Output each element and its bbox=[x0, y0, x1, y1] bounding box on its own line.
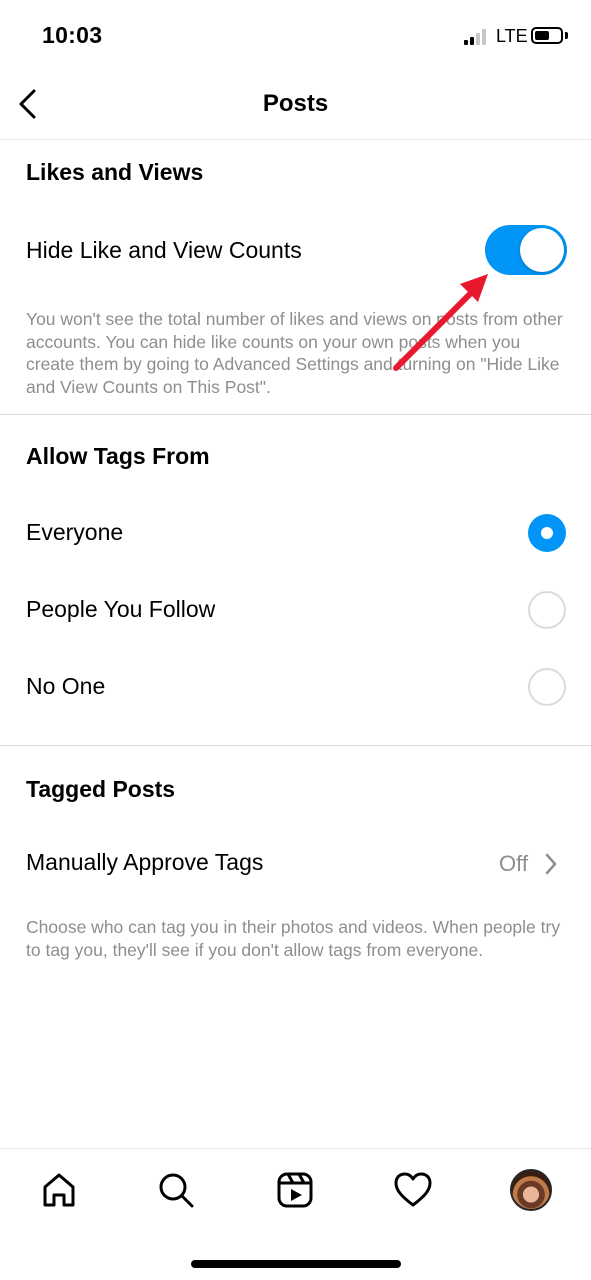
network-type: LTE bbox=[496, 26, 528, 46]
search-icon bbox=[159, 1173, 194, 1208]
radio-no-one[interactable] bbox=[528, 668, 566, 706]
page-title: Posts bbox=[262, 90, 329, 117]
home-indicator bbox=[191, 1260, 401, 1268]
reels-icon bbox=[277, 1172, 313, 1208]
tags-section-heading: Allow Tags From bbox=[26, 443, 210, 469]
tag-option-people-you-follow[interactable]: People You Follow bbox=[0, 575, 591, 645]
section-divider bbox=[0, 414, 591, 415]
radio-everyone[interactable] bbox=[528, 514, 566, 552]
tab-search[interactable] bbox=[148, 1165, 204, 1215]
tag-option-no-one[interactable]: No One bbox=[0, 652, 591, 722]
annotation-arrow-icon bbox=[393, 274, 488, 371]
section-divider bbox=[0, 745, 591, 746]
tagged-description: Choose who can tag you in their photos a… bbox=[26, 917, 561, 960]
manually-approve-tags-label: Manually Approve Tags bbox=[26, 849, 264, 875]
manually-approve-tags-value: Off bbox=[499, 851, 528, 876]
status-bar: 10:03 LTE bbox=[0, 0, 591, 72]
radio-people-you-follow[interactable] bbox=[528, 591, 566, 629]
battery-icon bbox=[531, 27, 563, 44]
battery-nub bbox=[565, 32, 568, 39]
tab-home[interactable] bbox=[31, 1165, 87, 1215]
chevron-right-icon bbox=[545, 853, 557, 875]
tagged-section-heading: Tagged Posts bbox=[26, 776, 176, 802]
toggle-knob bbox=[520, 228, 564, 272]
home-icon bbox=[43, 1173, 75, 1207]
signal-strength-icon bbox=[464, 29, 490, 45]
tag-option-everyone[interactable]: Everyone bbox=[0, 498, 591, 568]
likes-section-heading: Likes and Views bbox=[26, 159, 204, 185]
manually-approve-tags-row[interactable]: Manually Approve Tags Off bbox=[0, 828, 591, 898]
profile-avatar bbox=[510, 1169, 552, 1211]
navigation-bar: Posts bbox=[0, 72, 591, 140]
bottom-tab-bar bbox=[0, 1148, 591, 1280]
heart-icon bbox=[394, 1172, 432, 1207]
tab-reels[interactable] bbox=[267, 1165, 323, 1215]
option-label: Everyone bbox=[26, 519, 124, 545]
status-time: 10:03 bbox=[42, 22, 103, 48]
option-label: People You Follow bbox=[26, 596, 216, 622]
tab-profile[interactable] bbox=[503, 1165, 559, 1215]
hide-counts-label: Hide Like and View Counts bbox=[26, 237, 302, 263]
tab-activity[interactable] bbox=[385, 1165, 441, 1215]
option-label: No One bbox=[26, 673, 106, 699]
